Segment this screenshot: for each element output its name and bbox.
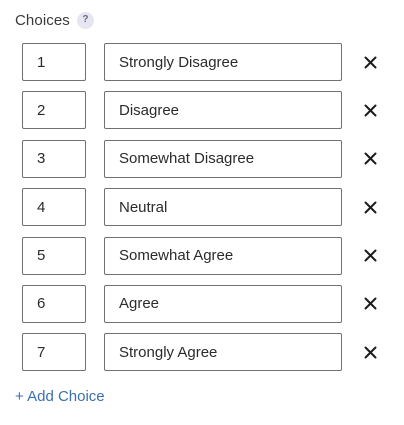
remove-choice-button[interactable] [361, 150, 379, 168]
choice-list: 1 Strongly Disagree 2 Disagree 3 Somewha… [0, 43, 404, 382]
remove-choice-button[interactable] [361, 247, 379, 265]
choice-label-input[interactable]: Neutral [104, 188, 342, 227]
choice-value-input[interactable]: 1 [22, 43, 86, 81]
choice-row: 7 Strongly Agree [0, 333, 404, 373]
choice-row: 4 Neutral [0, 188, 404, 228]
remove-choice-button[interactable] [361, 295, 379, 313]
choice-label-input[interactable]: Agree [104, 284, 342, 323]
choice-label-input[interactable]: Strongly Agree [104, 333, 342, 372]
choice-value-input[interactable]: 2 [22, 91, 86, 130]
help-icon[interactable]: ? [76, 11, 94, 29]
close-icon [364, 297, 376, 310]
choice-value-input[interactable]: 6 [22, 284, 86, 323]
remove-choice-button[interactable] [361, 53, 379, 71]
choice-row: 5 Somewhat Agree [0, 236, 404, 277]
close-icon [364, 56, 376, 68]
remove-choice-button[interactable] [361, 198, 379, 216]
choice-label-input[interactable]: Strongly Disagree [104, 43, 342, 81]
section-title: Choices [15, 11, 70, 29]
choice-value-input[interactable]: 4 [22, 188, 86, 227]
choice-row: 2 Disagree [0, 91, 404, 131]
add-choice-button[interactable]: + Add Choice [15, 388, 105, 405]
choice-label-input[interactable]: Somewhat Agree [104, 236, 342, 275]
close-icon [364, 346, 376, 359]
choice-value-input[interactable]: 5 [22, 236, 86, 275]
choice-row: 1 Strongly Disagree [0, 43, 404, 83]
choice-row: 3 Somewhat Disagree [0, 139, 404, 180]
choice-value-input[interactable]: 3 [22, 139, 86, 178]
choice-label-input[interactable]: Disagree [104, 91, 342, 130]
choice-label-input[interactable]: Somewhat Disagree [104, 139, 342, 178]
choice-row: 6 Agree [0, 284, 404, 325]
choice-value-input[interactable]: 7 [22, 333, 86, 372]
close-icon [364, 152, 376, 165]
close-icon [364, 104, 376, 117]
remove-choice-button[interactable] [361, 343, 379, 361]
close-icon [364, 201, 376, 214]
choices-header: Choices ? [15, 10, 94, 30]
remove-choice-button[interactable] [361, 101, 379, 119]
close-icon [364, 249, 376, 262]
